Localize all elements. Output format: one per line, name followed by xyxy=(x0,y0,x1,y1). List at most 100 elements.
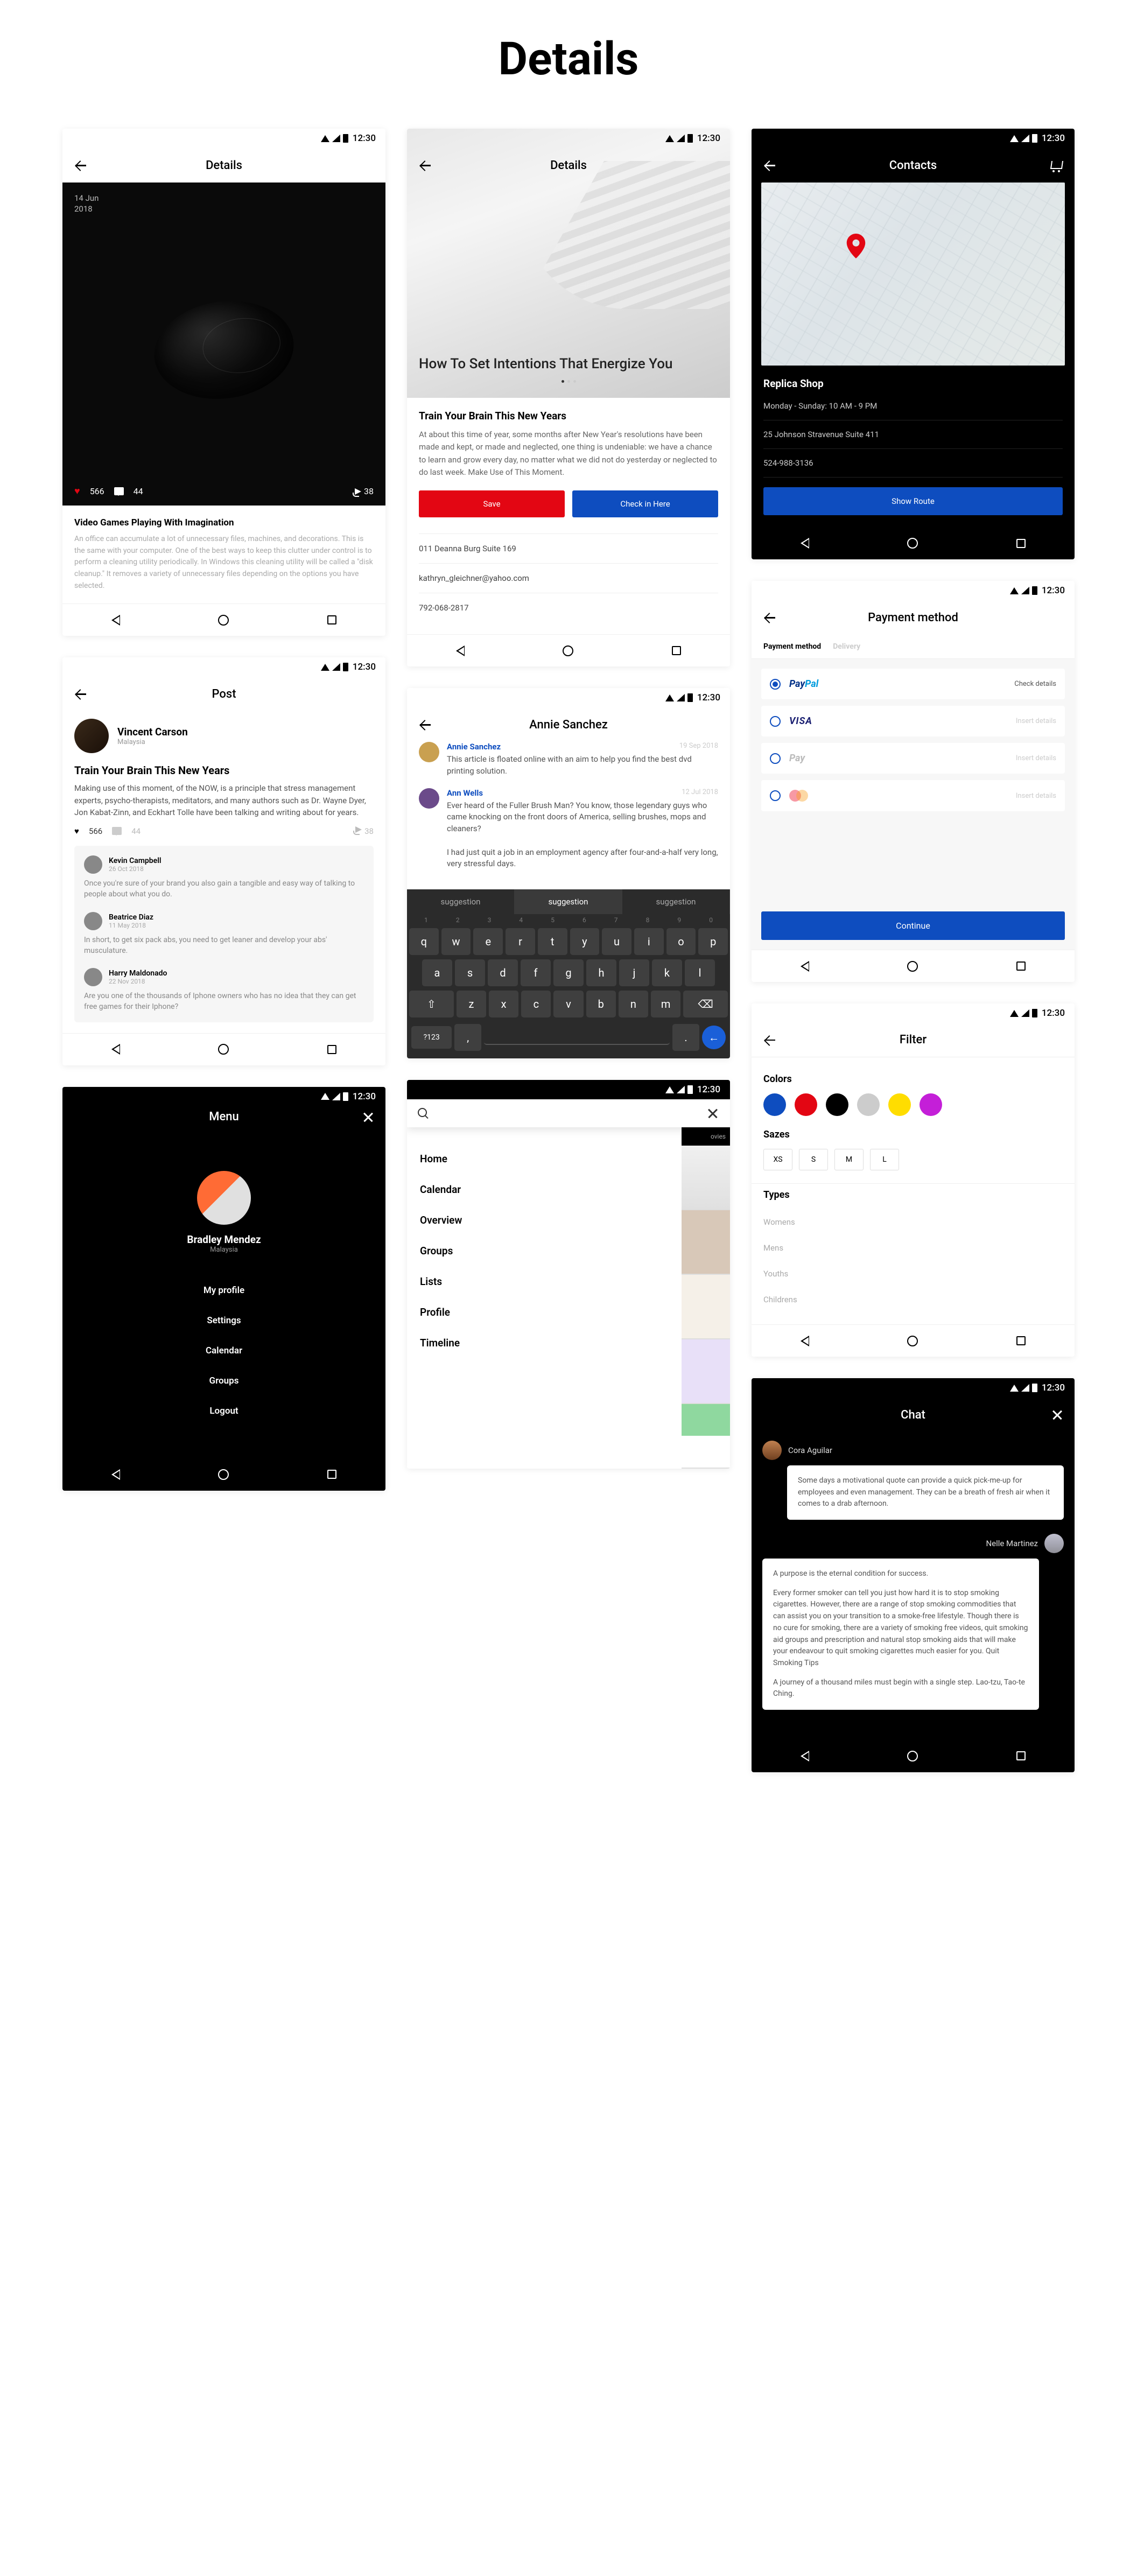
avatar[interactable] xyxy=(419,788,439,809)
kb-key[interactable]: w xyxy=(441,928,471,955)
back-icon[interactable] xyxy=(418,158,433,173)
menu-item[interactable]: Settings xyxy=(62,1305,385,1336)
kb-key[interactable]: g xyxy=(553,959,584,986)
kb-shift[interactable]: ⇧ xyxy=(409,991,454,1017)
avatar[interactable] xyxy=(197,1171,251,1225)
nav-back[interactable] xyxy=(801,1751,809,1761)
kb-symbols[interactable]: ?123 xyxy=(411,1026,452,1049)
kb-enter[interactable]: ← xyxy=(702,1026,726,1049)
nav-back[interactable] xyxy=(801,961,809,972)
size-option[interactable]: S xyxy=(799,1149,828,1170)
color-swatch[interactable] xyxy=(920,1093,942,1116)
avatar[interactable] xyxy=(762,1441,782,1460)
comment-author[interactable]: Ann Wells xyxy=(447,788,483,798)
heart-icon[interactable]: ♥ xyxy=(74,826,79,836)
menu-item[interactable]: Overview xyxy=(420,1205,669,1236)
continue-button[interactable]: Continue xyxy=(761,911,1065,940)
menu-item[interactable]: Groups xyxy=(420,1236,669,1266)
thumbnail[interactable] xyxy=(682,1404,730,1469)
show-route-button[interactable]: Show Route xyxy=(763,487,1063,515)
kb-suggestion[interactable]: suggestion xyxy=(407,889,515,914)
nav-back[interactable] xyxy=(456,645,465,656)
kb-key[interactable]: h xyxy=(586,959,616,986)
radio-icon[interactable] xyxy=(770,679,781,690)
menu-item[interactable]: Home xyxy=(420,1143,669,1174)
back-icon[interactable] xyxy=(73,686,88,701)
page-indicator[interactable] xyxy=(419,374,718,386)
nav-recent[interactable] xyxy=(1016,1336,1026,1345)
close-icon[interactable] xyxy=(362,1111,375,1124)
email-row[interactable]: kathryn_gleichner@yahoo.com xyxy=(419,563,718,593)
nav-recent[interactable] xyxy=(672,646,681,655)
kb-comma[interactable]: , xyxy=(454,1024,481,1051)
insert-details-link[interactable]: Insert details xyxy=(1016,754,1056,762)
size-option[interactable]: XS xyxy=(763,1149,792,1170)
nav-recent[interactable] xyxy=(327,1045,336,1054)
kb-key[interactable]: v xyxy=(553,991,583,1017)
kb-key[interactable]: c xyxy=(521,991,551,1017)
kb-key[interactable]: d xyxy=(488,959,518,986)
kb-period[interactable]: . xyxy=(672,1024,699,1051)
thumbnail[interactable] xyxy=(682,1275,730,1339)
type-option[interactable]: Youths xyxy=(763,1261,1063,1287)
kb-key[interactable]: t xyxy=(538,928,567,955)
menu-item[interactable]: Profile xyxy=(420,1297,669,1328)
share-button[interactable]: 38 xyxy=(355,486,374,496)
kb-key[interactable]: i xyxy=(634,928,664,955)
menu-item[interactable]: Logout xyxy=(62,1396,385,1426)
avatar[interactable] xyxy=(1044,1534,1064,1553)
kb-key[interactable]: u xyxy=(602,928,631,955)
kb-key[interactable]: k xyxy=(652,959,682,986)
payment-option-paypal[interactable]: PayPalCheck details xyxy=(761,669,1065,699)
menu-item[interactable]: My profile xyxy=(62,1275,385,1305)
kb-key[interactable]: y xyxy=(570,928,600,955)
menu-item[interactable]: Calendar xyxy=(62,1336,385,1366)
nav-home[interactable] xyxy=(218,1469,229,1480)
kb-space[interactable] xyxy=(484,1030,670,1045)
kb-suggestion[interactable]: suggestion xyxy=(515,889,622,914)
tab-payment[interactable]: Payment method xyxy=(763,635,833,658)
keyboard[interactable]: suggestionsuggestionsuggestion 123456789… xyxy=(407,889,730,1058)
avatar[interactable] xyxy=(84,855,102,874)
nav-home[interactable] xyxy=(907,538,918,549)
nav-back[interactable] xyxy=(111,615,120,626)
back-icon[interactable] xyxy=(762,1033,777,1048)
share-button[interactable]: 38 xyxy=(355,826,374,836)
radio-icon[interactable] xyxy=(770,790,781,801)
kb-key[interactable]: x xyxy=(489,991,518,1017)
type-option[interactable]: Womens xyxy=(763,1209,1063,1235)
size-option[interactable]: M xyxy=(834,1149,864,1170)
comment-icon[interactable] xyxy=(114,487,124,495)
back-icon[interactable] xyxy=(762,158,777,173)
kb-key[interactable]: m xyxy=(651,991,680,1017)
kb-key[interactable]: e xyxy=(473,928,503,955)
thumbnail[interactable] xyxy=(682,1339,730,1404)
nav-home[interactable] xyxy=(563,645,573,656)
phone-row[interactable]: 524-988-3136 xyxy=(763,449,1063,478)
nav-recent[interactable] xyxy=(1016,1751,1026,1760)
cart-icon[interactable] xyxy=(1050,158,1064,172)
color-swatch[interactable] xyxy=(857,1093,880,1116)
nav-home[interactable] xyxy=(907,961,918,972)
kb-key[interactable]: z xyxy=(457,991,486,1017)
save-button[interactable]: Save xyxy=(419,490,565,517)
close-icon[interactable] xyxy=(706,1107,719,1120)
kb-key[interactable]: p xyxy=(698,928,728,955)
avatar[interactable] xyxy=(84,968,102,986)
checkin-button[interactable]: Check in Here xyxy=(572,490,718,517)
nav-back[interactable] xyxy=(111,1044,120,1055)
phone-row[interactable]: 792-068-2817 xyxy=(419,593,718,622)
comment-icon[interactable] xyxy=(112,827,122,835)
nav-recent[interactable] xyxy=(327,615,336,624)
kb-key[interactable]: l xyxy=(685,959,715,986)
type-option[interactable]: Childrens xyxy=(763,1287,1063,1312)
nav-home[interactable] xyxy=(218,615,229,626)
menu-item[interactable]: Groups xyxy=(62,1366,385,1396)
check-details-link[interactable]: Check details xyxy=(1014,680,1056,688)
nav-recent[interactable] xyxy=(327,1470,336,1479)
kb-backspace[interactable]: ⌫ xyxy=(683,991,728,1017)
insert-details-link[interactable]: Insert details xyxy=(1016,792,1056,800)
nav-recent[interactable] xyxy=(1016,539,1026,548)
payment-option-mastercard[interactable]: Insert details xyxy=(761,780,1065,811)
kb-key[interactable]: f xyxy=(521,959,551,986)
